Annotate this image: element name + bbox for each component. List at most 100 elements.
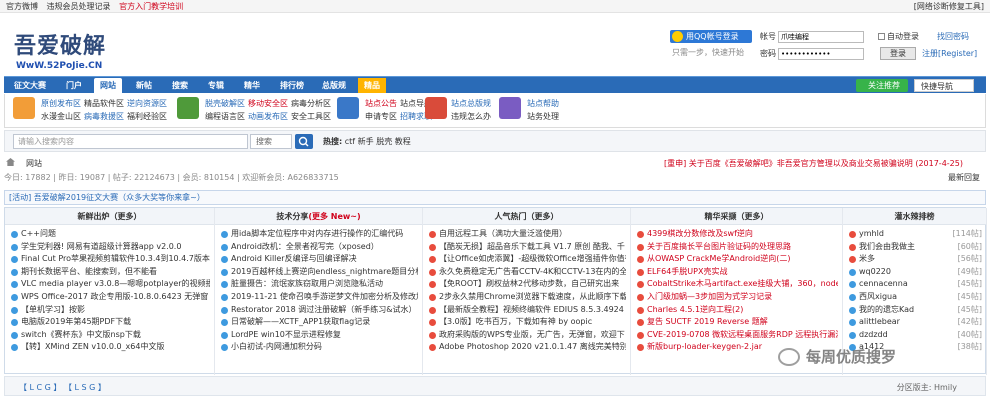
list-item[interactable]: 2019-11-21 使命召唤手游逆梦文件加密分析及修改加	[221, 291, 418, 304]
nav-item-ranking[interactable]: 排行榜	[274, 78, 310, 93]
list-item[interactable]: 日常破解——XCTF_APP1获取flag记录	[221, 316, 418, 329]
list-item[interactable]: Final Cut Pro苹果视频剪辑软件10.3.4到10.4.7版本	[11, 253, 210, 266]
latest-reply-link[interactable]: 最新回复	[948, 172, 980, 183]
nav-item-new[interactable]: 新帖	[130, 78, 158, 93]
list-item[interactable]: Android Killer反编译与回编译解决	[221, 253, 418, 266]
link-software[interactable]: 精品软件区	[84, 99, 124, 108]
quick-nav-dropdown[interactable]: 快捷导航	[914, 79, 974, 92]
list-item[interactable]: 4399棋改分数修改及swf逆向	[637, 228, 838, 241]
link-unpack[interactable]: 脱壳破解区	[205, 99, 245, 108]
hot-tag[interactable]: 脱壳	[376, 137, 392, 146]
home-icon[interactable]	[6, 158, 15, 166]
auto-login-checkbox[interactable]: 自动登录	[878, 31, 919, 42]
list-item[interactable]: LordPE win10不显示进程修复	[221, 329, 418, 342]
list-item[interactable]: 【最新版全教程】视频终编软件 EDIUS 8.5.3.4924 一键	[429, 304, 626, 317]
nav-item-site[interactable]: 网站	[94, 78, 122, 93]
link-affairs[interactable]: 站务处理	[527, 112, 559, 121]
list-item[interactable]: CVE-2019-0708 微软远程桌面服务RDP 远程执行漏洞	[637, 329, 838, 342]
search-button[interactable]	[295, 134, 313, 149]
link-announce[interactable]: 站点公告	[365, 99, 397, 108]
hot-tag[interactable]: ctf	[345, 137, 355, 146]
top-link-weibo[interactable]: 官方微博	[6, 2, 38, 11]
nav-item-premium[interactable]: 精品	[358, 78, 386, 93]
link-mobile-sec[interactable]: 移动安全区	[248, 99, 288, 108]
hot-tag[interactable]: 新手	[358, 137, 374, 146]
list-item[interactable]: 关于百度搞长平台图片验证码的处理思路	[637, 241, 838, 254]
list-item[interactable]: Android改机：全景者视写完（xposed）	[221, 241, 418, 254]
list-item[interactable]: 我们会由我做主 [60帖]	[849, 241, 982, 254]
nav-item-rules[interactable]: 总版规	[316, 78, 352, 93]
list-item[interactable]: dzdzdd [40帖]	[849, 329, 982, 342]
login-button[interactable]: 登录	[880, 47, 916, 60]
list-item[interactable]: 脏量摄告：流氓家族窃取用户浏览隐私活动	[221, 278, 418, 291]
list-item[interactable]: 用ida脚本定位程序中对内存进行操作的汇编代码	[221, 228, 418, 241]
nav-item-portal[interactable]: 门户	[60, 78, 88, 93]
network-tool-link[interactable]: [网络诊断修复工具]	[914, 1, 984, 12]
column-header[interactable]: 新鲜出炉（更多）	[5, 208, 214, 225]
list-item[interactable]: 西风xigua [45帖]	[849, 291, 982, 304]
nav-item-digest[interactable]: 精华	[238, 78, 266, 93]
activity-banner[interactable]: [活动] 吾爱破解2019征文大赛（众多大奖等你来拿~）	[4, 190, 986, 205]
link-virus-analysis[interactable]: 病毒分析区	[291, 99, 331, 108]
list-item[interactable]: 电脑版2019年第45期PDF下载	[11, 316, 210, 329]
list-item[interactable]: 【免ROOT】刷权益林2代移动步数，自己研究出来	[429, 278, 626, 291]
link-violation[interactable]: 违规怎么办	[451, 112, 491, 121]
top-link-training[interactable]: 官方入门教学培训	[119, 2, 183, 11]
list-item[interactable]: 【让Office如虎添翼】-超级微软Office增强插件你值得	[429, 253, 626, 266]
list-item[interactable]: 学生党利器! 网易有道超级计算器app v2.0.0	[11, 241, 210, 254]
list-item[interactable]: ELF64手脱UPX壳实战	[637, 266, 838, 279]
list-item[interactable]: 从OWASP CrackMe学Android逆向(二)	[637, 253, 838, 266]
hot-tag[interactable]: 教程	[395, 137, 411, 146]
qq-login-button[interactable]: 用QQ帐号登录	[670, 30, 752, 43]
list-item[interactable]: 政府采购版的WPS专业版，无广告，无弹窗，欢迎下	[429, 329, 626, 342]
breadcrumb-current[interactable]: 网站	[26, 158, 42, 169]
nav-item-contest[interactable]: 征文大赛	[8, 78, 52, 93]
list-item[interactable]: CobaltStrike木马artifact.exe挂级大铺，360，node3	[637, 278, 838, 291]
link-reverse-res[interactable]: 逆向资源区	[127, 99, 167, 108]
list-item[interactable]: 小白初试-内网通加积分码	[221, 341, 418, 354]
list-item[interactable]: 复告 SUCTF 2019 Reverse 题解	[637, 316, 838, 329]
list-item[interactable]: VLC media player v3.0.8—嗯嗯potplayer的视频播放	[11, 278, 210, 291]
link-welfare[interactable]: 福利经验区	[127, 112, 167, 121]
list-item[interactable]: 【酷炭无损】超品音乐下载工具 V1.7 原创 酷我、千	[429, 241, 626, 254]
link-help[interactable]: 站点帮助	[527, 99, 559, 108]
list-item[interactable]: alittlebear [42帖]	[849, 316, 982, 329]
list-item[interactable]: 【单机学习】按影	[11, 304, 210, 317]
list-item[interactable]: ymhld [114帖]	[849, 228, 982, 241]
link-water[interactable]: 水漫金山区	[41, 112, 81, 121]
find-password-link[interactable]: 找回密码	[937, 31, 969, 42]
group-links[interactable]: 【 L C G 】 【 L S G 】	[19, 382, 106, 393]
list-item[interactable]: 【转】XMind ZEN v10.0.0_x64中文版	[11, 341, 210, 354]
link-original[interactable]: 原创发布区	[41, 99, 81, 108]
list-item[interactable]: WPS Office-2017 政企专用版-10.8.0.6423 无弹窗 全功	[11, 291, 210, 304]
link-apply[interactable]: 申请专区	[365, 112, 397, 121]
column-header[interactable]: 精华采撷（更多）	[631, 208, 842, 225]
list-item[interactable]: Restorator 2018 调过注册破解（新手练习&试水）	[221, 304, 418, 317]
link-virus-rescue[interactable]: 病毒救援区	[84, 112, 124, 121]
link-animation[interactable]: 动画发布区	[248, 112, 288, 121]
column-header[interactable]: 人气热门（更多）	[423, 208, 630, 225]
list-item[interactable]: Adobe Photoshop 2020 v21.0.1.47 离线完美特别版	[429, 341, 626, 354]
follow-recommend-button[interactable]: 关注推荐	[856, 79, 908, 92]
list-item[interactable]: 期刊长数据平台、能搜索到，但不能看	[11, 266, 210, 279]
column-more-link[interactable]: (更多 New~)	[308, 212, 360, 221]
list-item[interactable]: 2019百越杯线上赛逆向endless_nightmare题目分析	[221, 266, 418, 279]
list-item[interactable]: 自用远程工具（满功大量泛滥使用）	[429, 228, 626, 241]
column-header[interactable]: 技术分享(更多 New~)	[215, 208, 422, 225]
nav-item-search[interactable]: 搜索	[166, 78, 194, 93]
link-rules[interactable]: 站点总版规	[451, 99, 491, 108]
list-item[interactable]: 我的的遗忘Kad [45帖]	[849, 304, 982, 317]
list-item[interactable]: 米多 [56帖]	[849, 253, 982, 266]
top-link-violations[interactable]: 违规会员处理记录	[47, 2, 111, 11]
list-item[interactable]: C++问题	[11, 228, 210, 241]
search-type-select[interactable]: 搜索	[250, 134, 292, 149]
nav-item-collection[interactable]: 专辑	[202, 78, 230, 93]
password-field[interactable]	[778, 47, 864, 60]
notice-link[interactable]: [重申] 关于百度《吾爱破解吧》非吾爱官方管理以及商业交易被骗说明 (2017-…	[664, 158, 963, 169]
list-item[interactable]: Charles 4.5.1逆向工程(2)	[637, 304, 838, 317]
search-input[interactable]: 请输入搜索内容	[13, 134, 248, 149]
register-link[interactable]: 注册[Register]	[922, 48, 977, 59]
link-programming[interactable]: 编程语言区	[205, 112, 245, 121]
list-item[interactable]: 入门级加蜗—3步加固为式学习记录	[637, 291, 838, 304]
list-item[interactable]: wq0220 [49帖]	[849, 266, 982, 279]
